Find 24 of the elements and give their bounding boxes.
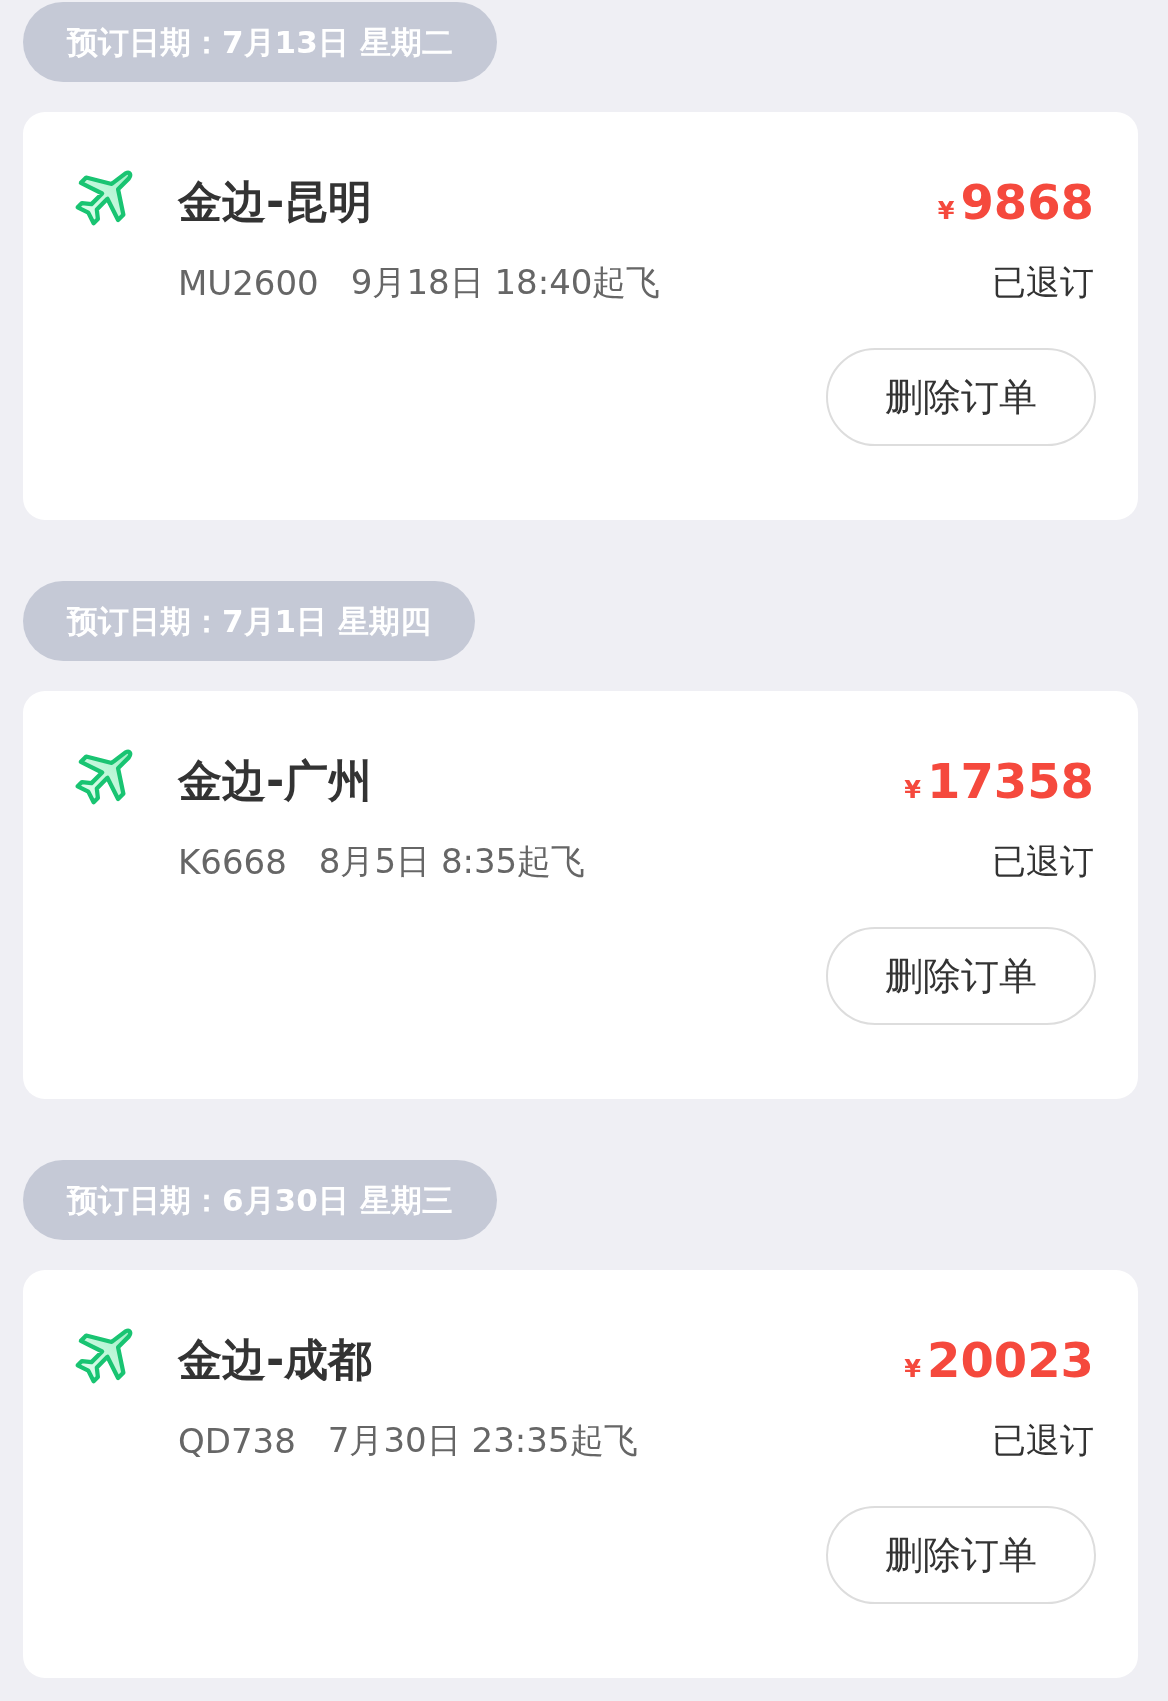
currency-symbol: ¥ [904,776,921,804]
booking-date-label: 预订日期：6月30日 星期三 [23,1160,497,1240]
price-amount: 20023 [927,1332,1094,1388]
currency-symbol: ¥ [904,1355,921,1383]
price-amount: 9868 [960,174,1094,230]
flight-number: K6668 [178,842,287,882]
currency-symbol: ¥ [937,197,955,225]
flight-number: MU2600 [178,263,319,303]
departure-time: 8月5日 8:35起飞 [318,840,587,883]
route-title: 金边-广州 [178,753,374,808]
booking-date-label: 预订日期：7月1日 星期四 [23,581,475,661]
route-title: 金边-成都 [178,1332,374,1387]
order-status: 已退订 [992,840,1094,883]
delete-order-button[interactable]: 删除订单 [826,348,1096,446]
departure-time: 9月18日 18:40起飞 [350,261,662,304]
departure-time: 7月30日 23:35起飞 [327,1419,639,1462]
delete-order-button[interactable]: 删除订单 [826,1506,1096,1604]
booking-date-label: 预订日期：7月13日 星期二 [23,2,497,82]
delete-order-button[interactable]: 删除订单 [826,927,1096,1025]
route-title: 金边-昆明 [178,174,374,229]
order-status: 已退订 [992,261,1094,304]
order-status: 已退订 [992,1419,1094,1462]
flight-number: QD738 [178,1421,296,1461]
price-amount: 17358 [927,753,1094,809]
